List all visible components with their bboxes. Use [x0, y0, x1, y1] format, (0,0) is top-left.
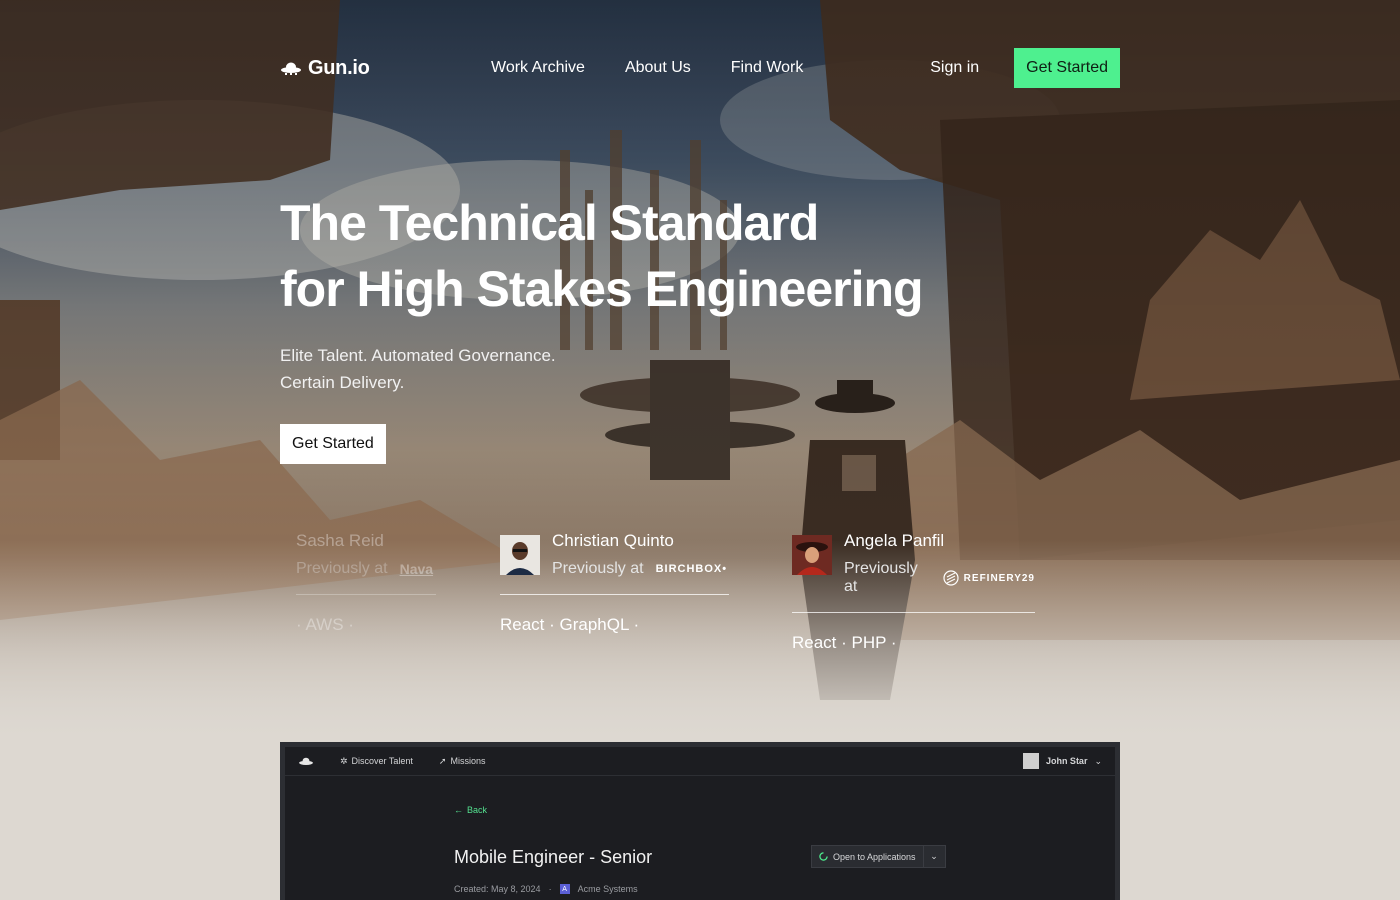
created-date: Created: May 8, 2024 — [454, 884, 541, 894]
tab-discover-talent[interactable]: ✲ Discover Talent — [340, 756, 413, 767]
company-logo-nava: Nava — [399, 561, 434, 577]
product-preview: ✲ Discover Talent ➚ Missions John Star ⌄… — [280, 742, 1120, 900]
previously-label: Previously at — [844, 560, 918, 595]
previously-label: Previously at — [552, 560, 644, 577]
talent-card[interactable]: Christian Quinto Previously at BIRCHBOX•… — [500, 530, 729, 635]
talent-card[interactable]: Sasha Reid Previously at Nava · AWS · — [296, 530, 436, 635]
talent-name: Sasha Reid — [296, 531, 384, 550]
nav-actions: Sign in Get Started — [930, 48, 1120, 88]
talent-previously: Previously at Nava — [296, 560, 436, 578]
talent-name: Angela Panfil — [844, 531, 945, 550]
talent-previously: Previously at REFINERY29 — [844, 560, 1035, 596]
talent-previously: Previously at BIRCHBOX• — [552, 560, 727, 578]
tab-missions[interactable]: ➚ Missions — [439, 756, 486, 767]
hero-subtitle: Elite Talent. Automated Governance. Cert… — [280, 342, 700, 396]
get-started-hero-button[interactable]: Get Started — [280, 424, 386, 464]
status-current[interactable]: Open to Applications — [812, 846, 923, 867]
status-dropdown[interactable]: Open to Applications ⌄ — [811, 845, 946, 868]
mission-title: Mobile Engineer - Senior — [454, 847, 653, 867]
company-badge: A — [559, 884, 570, 894]
logo[interactable]: Gun.io — [280, 57, 370, 80]
ufo-icon[interactable] — [298, 756, 314, 767]
rocket-icon: ➚ — [438, 755, 447, 766]
top-nav: Gun.io Work Archive About Us Find Work S… — [280, 48, 1120, 88]
nav-link-find-work[interactable]: Find Work — [731, 59, 804, 77]
tab-label: Discover Talent — [351, 756, 413, 766]
nav-links: Work Archive About Us Find Work — [491, 59, 803, 77]
hero-subtitle-line-1: Elite Talent. Automated Governance. — [280, 346, 556, 365]
people-icon: ✲ — [340, 755, 348, 766]
back-label: Back — [467, 805, 488, 815]
hero-title-line-1: The Technical Standard — [280, 195, 819, 251]
company-logo-refinery29: REFINERY29 — [943, 570, 1035, 586]
talent-divider — [792, 612, 1035, 613]
chevron-down-icon: ⌄ — [1094, 755, 1102, 766]
get-started-nav-button[interactable]: Get Started — [1014, 48, 1120, 88]
talent-skills: React · GraphQL · — [500, 615, 640, 634]
brand-name: Gun.io — [308, 56, 370, 79]
talent-name: Christian Quinto — [552, 531, 674, 550]
preview-topbar: ✲ Discover Talent ➚ Missions John Star ⌄ — [285, 747, 1115, 776]
hero-subtitle-line-2: Certain Delivery. — [280, 373, 405, 392]
tab-label: Missions — [450, 756, 486, 766]
back-link[interactable]: ← Back — [454, 805, 487, 815]
talent-header: Christian Quinto Previously at BIRCHBOX• — [500, 530, 729, 578]
talent-skills: React · PHP · — [792, 633, 897, 652]
mission-meta: Created: May 8, 2024 · A Acme Systems — [454, 884, 638, 894]
sign-in-link[interactable]: Sign in — [930, 59, 979, 77]
nav-link-about-us[interactable]: About Us — [625, 59, 691, 77]
loading-ring-icon — [819, 852, 828, 861]
user-name: John Star — [1045, 756, 1088, 766]
talent-divider — [296, 594, 436, 595]
talent-carousel: Sasha Reid Previously at Nava · AWS · Ch… — [0, 530, 1400, 653]
hero-title-line-2: for High Stakes Engineering — [280, 261, 924, 317]
avatar — [500, 535, 540, 575]
company-name: REFINERY29 — [963, 572, 1035, 584]
talent-divider — [500, 594, 729, 595]
company-logo-birchbox: BIRCHBOX• — [655, 563, 728, 575]
ufo-icon — [281, 62, 301, 75]
separator-dot: · — [548, 884, 552, 894]
refinery29-logo-icon — [943, 570, 959, 586]
nav-link-work-archive[interactable]: Work Archive — [491, 59, 585, 77]
company-name: Acme Systems — [577, 884, 638, 894]
previously-label: Previously at — [296, 560, 388, 577]
arrow-left-icon: ← — [454, 805, 463, 815]
status-label: Open to Applications — [833, 851, 916, 862]
user-menu[interactable]: John Star ⌄ — [1022, 753, 1102, 769]
talent-header: Angela Panfil Previously at REFINERY29 — [792, 530, 1035, 596]
talent-card[interactable]: Angela Panfil Previously at REFINERY29 R… — [792, 530, 1035, 653]
hero-title: The Technical Standard for High Stakes E… — [280, 190, 1040, 322]
talent-skills: · AWS · — [296, 615, 354, 634]
avatar — [792, 535, 832, 575]
avatar — [1022, 753, 1039, 769]
chevron-down-icon[interactable]: ⌄ — [922, 846, 945, 867]
